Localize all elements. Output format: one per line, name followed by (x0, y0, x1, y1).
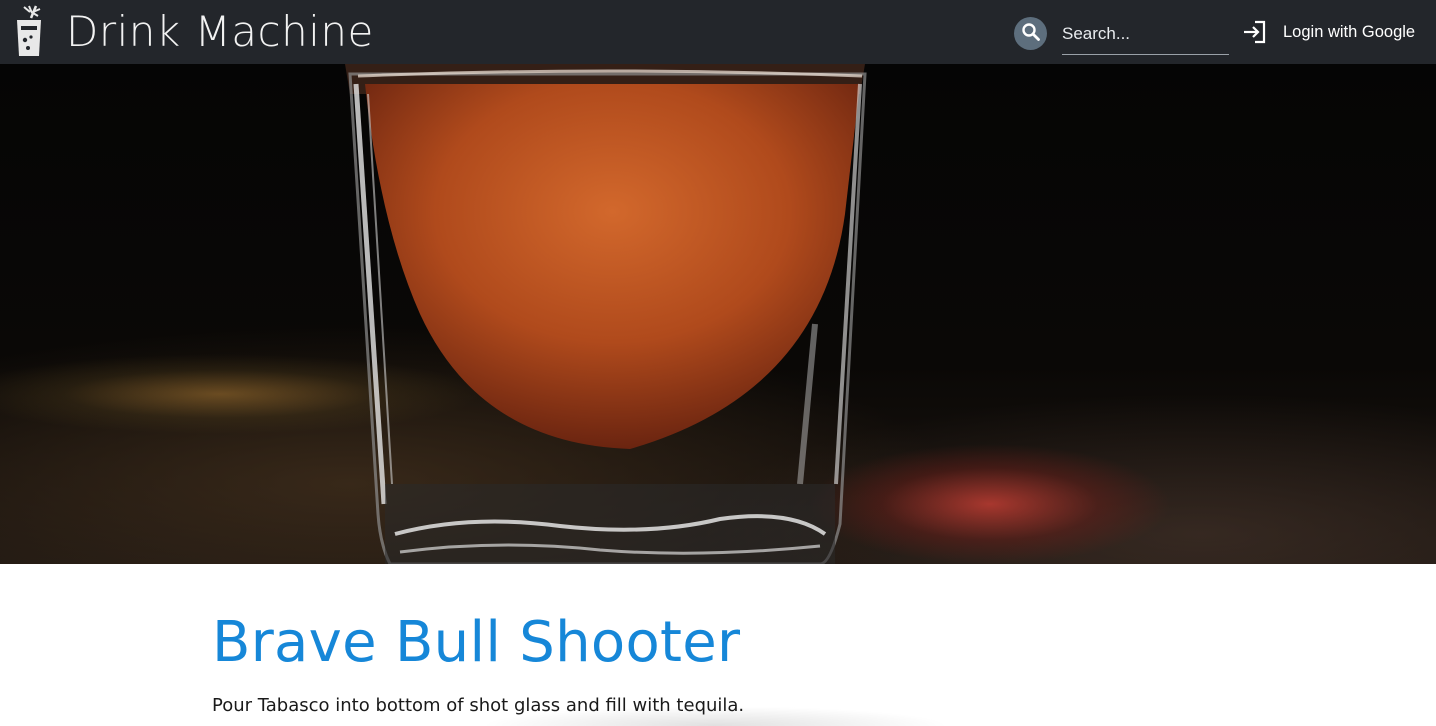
drink-title: Brave Bull Shooter (212, 610, 741, 675)
login-with-google-link[interactable]: Login with Google (1242, 17, 1415, 47)
search-icon (1021, 22, 1041, 45)
brand-name: Drink Machine (66, 7, 374, 56)
search-button[interactable] (1014, 17, 1047, 50)
cocktail-glass-icon (9, 4, 49, 58)
top-navbar: Drink Machine Login with Google (0, 0, 1436, 64)
bottom-card-shadow (480, 706, 950, 726)
hero-image (0, 64, 1436, 564)
login-icon (1242, 20, 1268, 44)
shot-glass-illustration (345, 64, 867, 564)
login-label: Login with Google (1283, 22, 1416, 41)
search-input[interactable] (1062, 14, 1229, 55)
